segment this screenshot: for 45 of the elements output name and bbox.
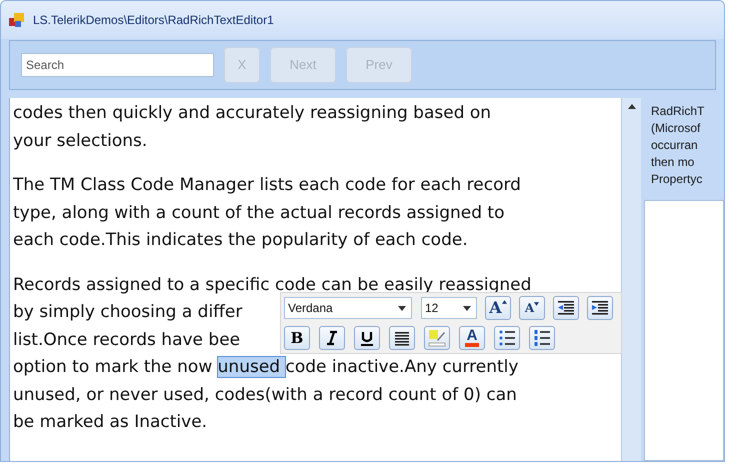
app-icon bbox=[9, 12, 25, 28]
font-size-dropdown[interactable]: 12 bbox=[421, 297, 477, 319]
text-line: your selections. bbox=[13, 130, 148, 152]
toolbar-button[interactable] bbox=[529, 326, 555, 350]
side-panel-text: Propertyc bbox=[651, 171, 702, 188]
toolbar-button[interactable]: A bbox=[485, 296, 511, 320]
scroll-up-icon bbox=[628, 104, 636, 109]
window-title: LS.TelerikDemos\Editors\RadRichTextEditor1 bbox=[33, 12, 274, 29]
caret-icon bbox=[398, 306, 406, 310]
toolbar-button[interactable] bbox=[494, 326, 520, 350]
toolbar-button[interactable]: A bbox=[519, 296, 545, 320]
highlighter-icon bbox=[428, 329, 446, 347]
indent-icon bbox=[591, 299, 609, 317]
caret-icon bbox=[463, 306, 471, 310]
scrollbar[interactable] bbox=[621, 98, 641, 461]
text-line: each code.This indicates the popularity of each code. bbox=[13, 229, 468, 252]
side-panel-text: RadRichT bbox=[651, 103, 704, 120]
up-triangle-icon bbox=[502, 300, 507, 304]
side-panel-text: then mo bbox=[651, 154, 694, 171]
toolbar-button[interactable] bbox=[553, 296, 579, 320]
text-line: The TM Class Code Manager lists each code for each record bbox=[13, 174, 521, 197]
side-panel-text: occurran bbox=[651, 137, 698, 154]
underline-icon bbox=[358, 329, 376, 347]
toolbar-button[interactable]: B bbox=[284, 326, 310, 350]
toolbar-button[interactable] bbox=[319, 326, 345, 350]
toolbar-button[interactable] bbox=[389, 326, 415, 350]
bullet-list-icon bbox=[498, 329, 516, 347]
search-field[interactable]: Search bbox=[21, 53, 214, 77]
text-line: option to mark the now unused code inactive.Any currently bbox=[13, 356, 518, 379]
toolbar-button[interactable] bbox=[587, 296, 613, 320]
text-line: codes then quickly and accurately reassigning based on bbox=[13, 102, 492, 125]
text-line: Records assigned to a specific code can be easily reassigned bbox=[13, 274, 532, 296]
toolbar-button[interactable]: A bbox=[459, 326, 485, 350]
numbered-list-icon bbox=[533, 329, 551, 347]
font-dropdown[interactable]: Verdana bbox=[284, 297, 412, 319]
side-panel-text: (Microsof bbox=[651, 120, 700, 137]
down-triangle-icon bbox=[534, 302, 540, 306]
toolbar-button[interactable] bbox=[354, 326, 380, 350]
outdent-icon bbox=[557, 299, 575, 317]
text-line: list.Once records have bee bbox=[13, 328, 240, 352]
text-line: be marked as Inactive. bbox=[13, 411, 208, 434]
align-center-icon bbox=[393, 329, 411, 347]
text-line: unused, or never used, codes(with a record count of 0) can bbox=[13, 384, 517, 406]
text-line: by simply choosing a differ bbox=[13, 301, 242, 324]
text-line: type, along with a count of the actual records assigned to bbox=[13, 202, 504, 224]
